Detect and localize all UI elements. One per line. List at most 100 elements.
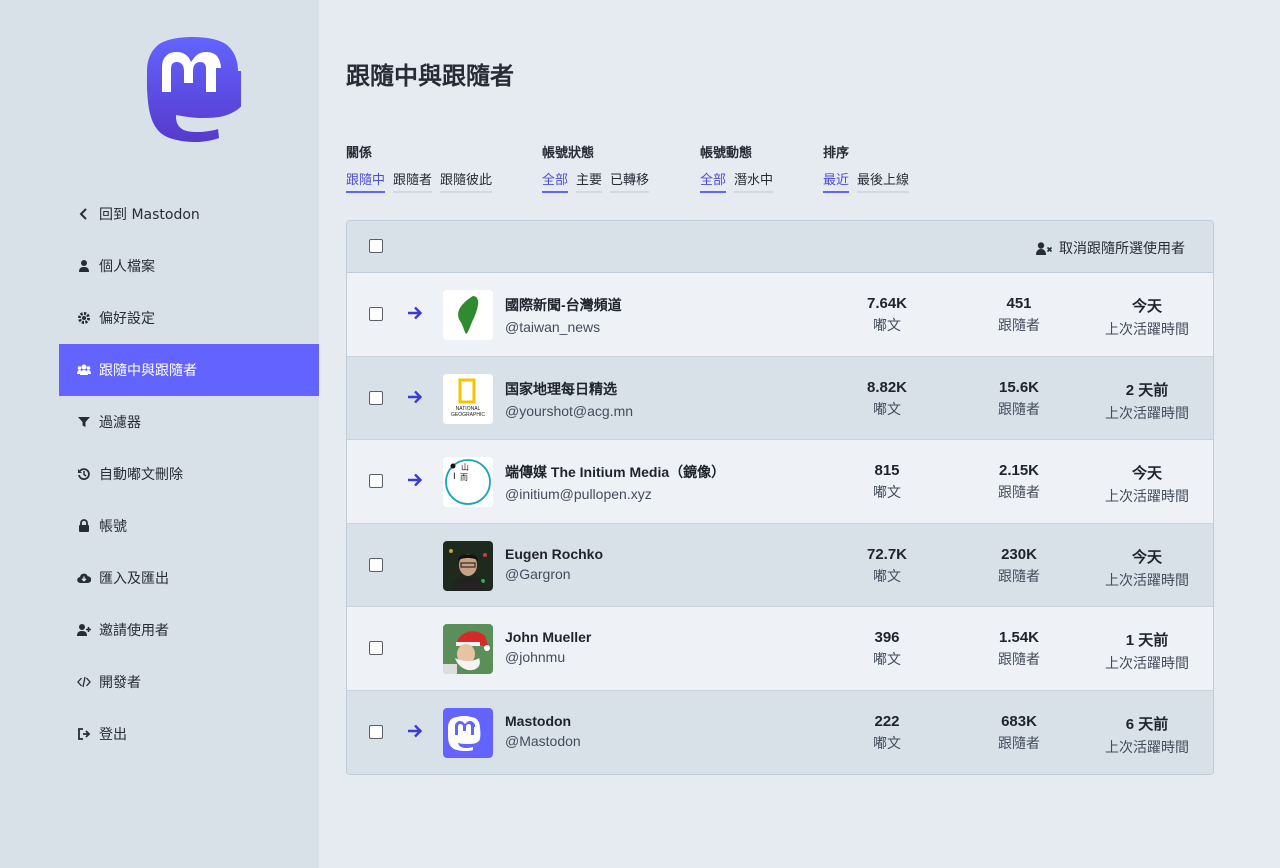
sidebar-item-3[interactable]: 跟隨中與跟隨者 <box>59 344 319 396</box>
posts-label: 嘟文 <box>873 485 901 501</box>
row-checkbox[interactable] <box>369 557 383 572</box>
display-name[interactable]: Eugen Rochko <box>505 546 603 562</box>
last-active-value: 今天 <box>1131 548 1162 566</box>
followers-label: 跟隨者 <box>998 568 1040 585</box>
table-row: John Mueller @johnmu 396 嘟文 1.54K 跟隨者 1 天前 上次活躍… <box>347 607 1213 691</box>
filter-option[interactable]: 最近 <box>823 169 850 193</box>
posts-label: 嘟文 <box>873 652 901 668</box>
sidebar-item-2[interactable]: 偏好設定 <box>59 292 319 344</box>
avatar[interactable] <box>443 624 493 674</box>
filter-group-1: 帳號狀態全部 主要 已轉移 <box>542 142 650 193</box>
username[interactable]: @taiwan_news <box>505 319 622 335</box>
filter-option[interactable]: 最後上線 <box>857 169 910 193</box>
filter-option[interactable]: 潛水中 <box>734 169 774 193</box>
sidebar-item-10[interactable]: 登出 <box>59 708 319 760</box>
filter-label: 帳號動態 <box>700 146 753 161</box>
row-checkbox[interactable] <box>369 474 383 488</box>
sidebar-item-9[interactable]: 開發者 <box>59 656 319 708</box>
sidebar-item-8[interactable]: 邀請使用者 <box>59 604 319 656</box>
avatar[interactable] <box>443 707 493 758</box>
row-checkbox[interactable] <box>369 641 383 655</box>
filter-option[interactable]: 全部 <box>542 169 569 193</box>
users-icon <box>77 363 91 377</box>
filter-group-3: 排序 最近 最後上線 <box>823 142 910 193</box>
filter-option[interactable]: 全部 <box>700 169 727 193</box>
last-active-stat: 今天 上次活躍時間 <box>1087 295 1207 339</box>
filter-option[interactable]: 跟隨中 <box>346 169 386 193</box>
row-checkbox[interactable] <box>369 390 383 405</box>
last-active-value: 2 天前 <box>1125 381 1169 399</box>
display-name[interactable]: 国家地理每日精选 <box>505 379 633 399</box>
followers-label: 跟隨者 <box>998 318 1040 334</box>
followers-count: 230K <box>1001 545 1037 563</box>
avatar-text: I <box>453 472 456 482</box>
sidebar-item-label: 個人檔案 <box>99 259 155 275</box>
sidebar-item-label: 匯入及匯出 <box>99 571 169 587</box>
history-icon <box>77 467 91 481</box>
select-all-checkbox[interactable] <box>369 239 383 253</box>
followers-label: 跟隨者 <box>998 401 1040 418</box>
posts-label: 嘟文 <box>873 401 901 418</box>
username[interactable]: @johnmu <box>505 649 591 665</box>
followers-count: 15.6K <box>998 378 1040 396</box>
posts-stat: 815 嘟文 <box>827 462 947 502</box>
accounts-table: 取消跟隨所選使用者 國際新聞-台灣頻道 @taiwan_news 7.64K 嘟文 45… <box>346 220 1214 775</box>
followers-stat: 230K 跟隨者 <box>959 546 1079 586</box>
posts-count: 8.82K <box>866 378 908 396</box>
posts-count: 7.64K <box>866 295 908 312</box>
sidebar-item-0[interactable]: 回到 Mastodon <box>59 188 319 240</box>
last-active-label: 上次活躍時間 <box>1105 405 1189 422</box>
sidebar-item-5[interactable]: 自動嘟文刪除 <box>59 448 319 500</box>
unfollow-selected-button[interactable]: 取消跟隨所選使用者 <box>1036 238 1185 258</box>
account-names: 國際新聞-台灣頻道 @taiwan_news <box>505 295 622 335</box>
filter-option[interactable]: 已轉移 <box>610 169 650 193</box>
username[interactable]: @Mastodon <box>505 733 581 749</box>
display-name[interactable]: 端傳媒 The Initium Media（鏡像） <box>505 462 725 482</box>
filter-label: 帳號狀態 <box>542 146 595 161</box>
followers-count: 451 <box>1006 295 1032 312</box>
display-name[interactable]: Mastodon <box>505 713 581 729</box>
sidebar-item-6[interactable]: 帳號 <box>59 500 319 552</box>
row-checkbox[interactable] <box>369 307 383 321</box>
username[interactable]: @Gargron <box>505 566 603 582</box>
last-active-label: 上次活躍時間 <box>1105 489 1189 505</box>
last-active-label: 上次活躍時間 <box>1105 739 1189 756</box>
sidebar-item-1[interactable]: 個人檔案 <box>59 240 319 292</box>
row-checkbox[interactable] <box>369 724 383 739</box>
sidebar-item-label: 過濾器 <box>99 415 141 431</box>
last-active-stat: 今天 上次活躍時間 <box>1087 546 1207 590</box>
sidebar-item-7[interactable]: 匯入及匯出 <box>59 552 319 604</box>
avatar[interactable] <box>443 540 493 591</box>
sidebar-item-label: 開發者 <box>99 675 141 691</box>
posts-count: 396 <box>874 629 900 646</box>
sidebar-item-label: 登出 <box>99 727 127 743</box>
last-active-label: 上次活躍時間 <box>1105 656 1189 672</box>
mastodon-logo[interactable] <box>137 34 241 146</box>
username[interactable]: @initium@pullopen.xyz <box>505 486 725 502</box>
arrow-right-icon <box>408 390 423 403</box>
avatar[interactable]: NATIONAL GEOGRAPHIC <box>443 373 493 424</box>
last-active-value: 1 天前 <box>1125 632 1169 649</box>
display-name[interactable]: 國際新聞-台灣頻道 <box>505 295 622 315</box>
filter-option[interactable]: 主要 <box>576 169 603 193</box>
gear-icon <box>77 311 91 325</box>
filter-icon <box>77 415 91 429</box>
arrow-right-icon <box>408 724 423 737</box>
avatar[interactable] <box>443 290 493 340</box>
filter-option[interactable]: 跟隨者 <box>393 169 433 193</box>
table-row: NATIONAL GEOGRAPHIC 国家地理每日精选 @yourshot@acg.… <box>347 356 1213 440</box>
sidebar-item-4[interactable]: 過濾器 <box>59 396 319 448</box>
followers-label: 跟隨者 <box>998 652 1040 668</box>
display-name[interactable]: John Mueller <box>505 629 591 645</box>
followers-count: 683K <box>1001 712 1037 730</box>
table-row: Mastodon @Mastodon 222 嘟文 683K 跟隨者 6 天前 上次活躍時間 <box>347 690 1213 774</box>
posts-label: 嘟文 <box>873 568 901 585</box>
lock-icon <box>77 519 91 533</box>
account-names: Eugen Rochko @Gargron <box>505 546 603 582</box>
filter-option[interactable]: 跟隨彼此 <box>440 169 493 193</box>
posts-stat: 7.64K 嘟文 <box>827 295 947 335</box>
username[interactable]: @yourshot@acg.mn <box>505 403 633 419</box>
account-names: 端傳媒 The Initium Media（鏡像） @initium@pullop… <box>505 462 725 502</box>
arrow-right-icon <box>408 306 423 320</box>
avatar[interactable]: I山而 <box>443 457 493 507</box>
